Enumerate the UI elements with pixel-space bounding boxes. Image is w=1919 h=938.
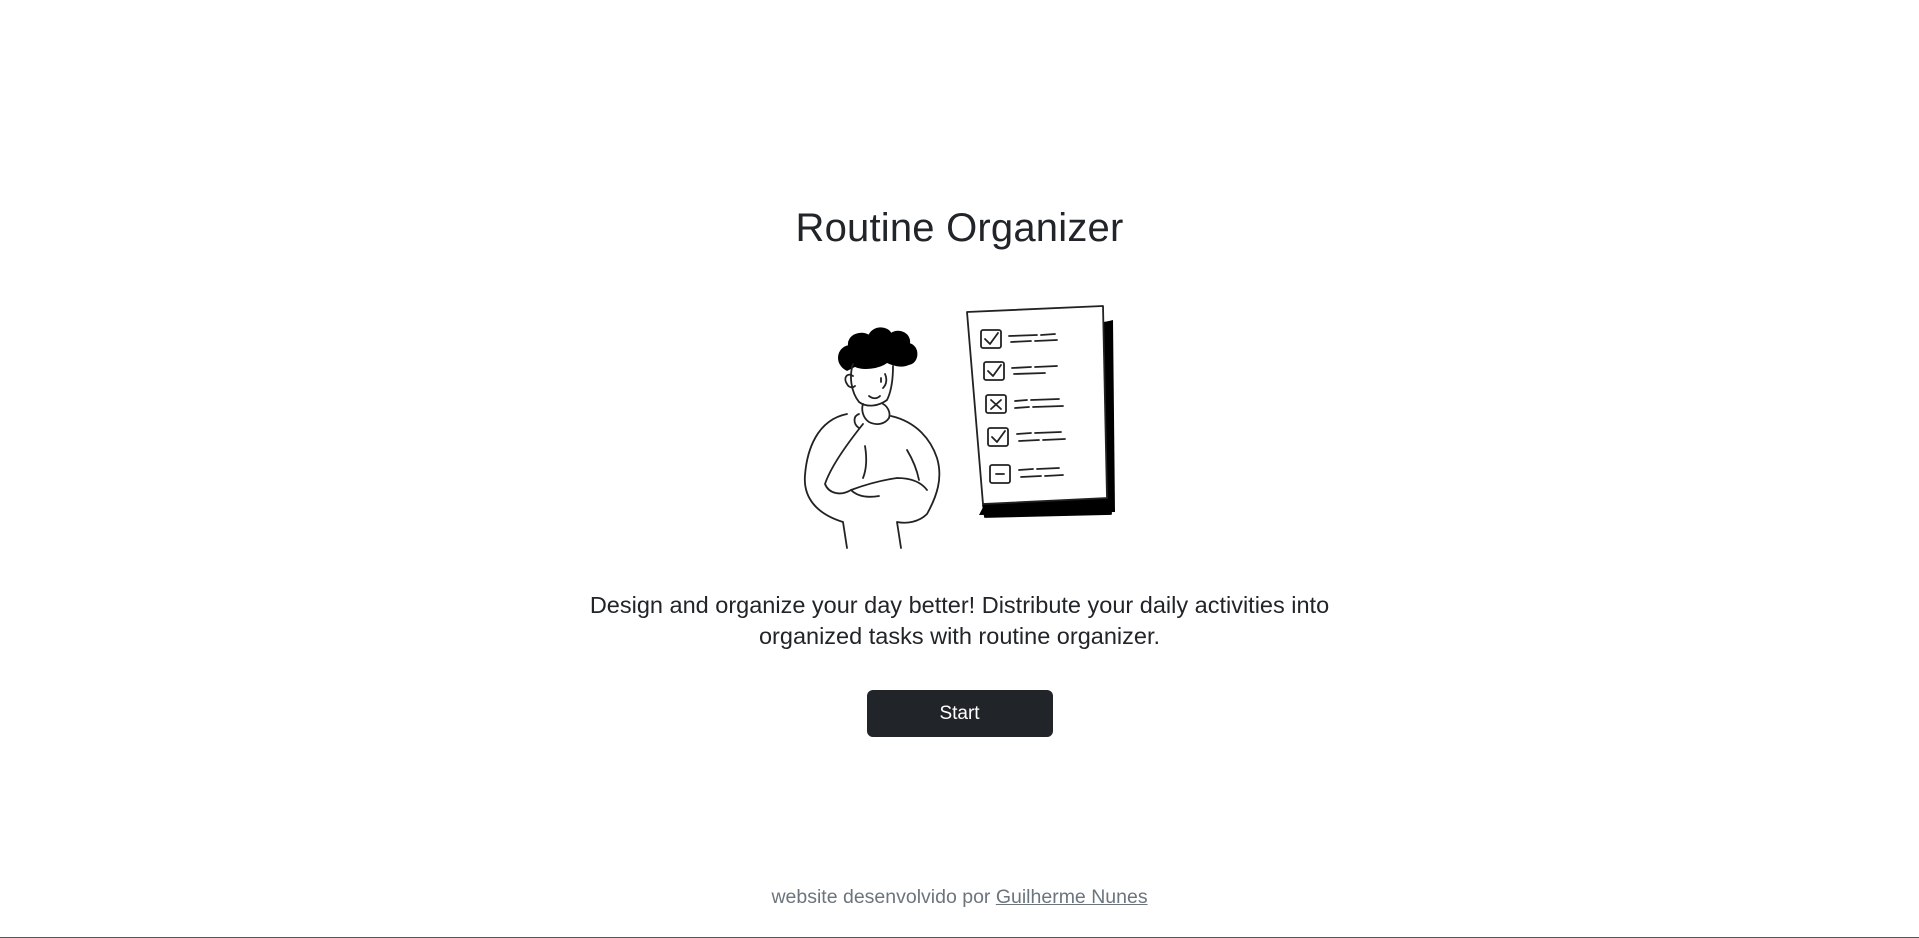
page-title: Routine Organizer (795, 206, 1124, 250)
author-link[interactable]: Guilherme Nunes (996, 886, 1148, 908)
landing-page: Routine Organizer Design and organize yo… (0, 0, 1919, 938)
footer: website desenvolvido por Guilherme Nunes (0, 886, 1919, 909)
footer-credit-text: website desenvolvido por (771, 886, 996, 908)
hero-section: Routine Organizer Design and organize yo… (0, 200, 1919, 737)
hero-description: Design and organize your day better! Dis… (589, 592, 1330, 649)
start-button[interactable]: Start (866, 690, 1053, 737)
thinking-person-checklist-icon (803, 305, 1115, 549)
